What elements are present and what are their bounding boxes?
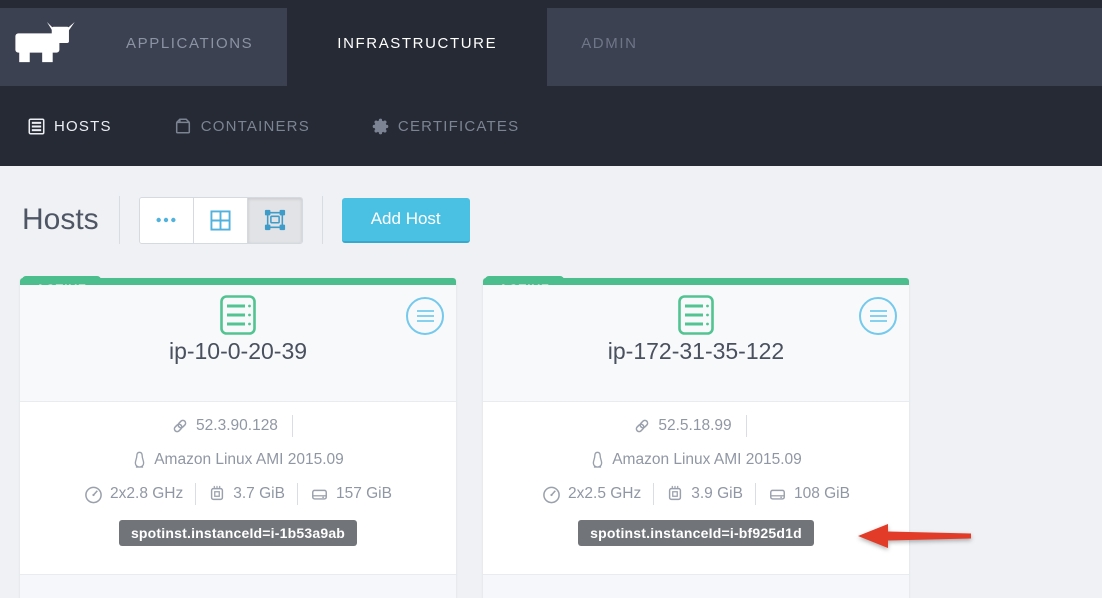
host-card-header: ip-10-0-20-39 <box>20 285 456 401</box>
disk-icon <box>310 485 329 503</box>
tab-applications[interactable]: APPLICATIONS <box>92 0 287 86</box>
host-server-icon <box>678 295 714 335</box>
subnav-item-certificates[interactable]: CERTIFICATES <box>372 118 519 135</box>
divider <box>195 483 196 505</box>
host-label-tag: spotinst.instanceId=i-1b53a9ab <box>119 520 357 546</box>
host-disk: 157 GiB <box>336 485 392 503</box>
subnav-label: CONTAINERS <box>201 118 310 135</box>
host-memory: 3.7 GiB <box>233 485 285 503</box>
infrastructure-subnav: HOSTS CONTAINERS CERTIFICATES <box>0 86 1102 166</box>
divider <box>119 196 120 244</box>
top-navigation-bar: APPLICATIONS INFRASTRUCTURE ADMIN <box>0 0 1102 86</box>
host-name[interactable]: ip-10-0-20-39 <box>20 338 456 365</box>
host-server-icon <box>220 295 256 335</box>
host-label-tag: spotinst.instanceId=i-bf925d1d <box>578 520 814 546</box>
view-list-button[interactable] <box>140 198 194 243</box>
divider <box>322 196 323 244</box>
host-card: ACTIVE ip-172-31-35-122 <box>483 278 909 598</box>
tab-infrastructure[interactable]: INFRASTRUCTURE <box>287 0 547 86</box>
host-card-body: 52.5.18.99 Amazon Linux AMI 2015.09 <box>483 401 909 574</box>
subnav-label: CERTIFICATES <box>398 118 519 135</box>
rancher-cow-icon <box>15 21 77 65</box>
subnav-label: HOSTS <box>54 118 112 135</box>
certificate-seal-icon <box>372 118 389 135</box>
host-menu-button[interactable] <box>406 297 444 335</box>
tab-admin[interactable]: ADMIN <box>547 0 671 86</box>
divider <box>755 483 756 505</box>
host-os: Amazon Linux AMI 2015.09 <box>154 451 344 469</box>
host-os: Amazon Linux AMI 2015.09 <box>612 451 802 469</box>
host-os-row: Amazon Linux AMI 2015.09 <box>20 443 456 477</box>
host-os-row: Amazon Linux AMI 2015.09 <box>483 443 909 477</box>
page-title: Hosts <box>22 203 99 237</box>
red-annotation-arrow <box>856 522 974 550</box>
container-box-icon <box>174 117 192 135</box>
host-cpu: 2x2.8 GHz <box>110 485 183 503</box>
host-card: ACTIVE ip-10-0-20-39 <box>20 278 456 598</box>
subnav-item-hosts[interactable]: HOSTS <box>28 118 112 135</box>
host-card-body: 52.3.90.128 Amazon Linux AMI 2015.09 <box>20 401 456 574</box>
host-disk: 108 GiB <box>794 485 850 503</box>
divider <box>746 415 747 437</box>
host-specs-row: 2x2.8 GHz 3.7 GiB <box>20 477 456 511</box>
hosts-toolbar: Hosts <box>22 195 1102 245</box>
hosts-card-grid: ACTIVE ip-10-0-20-39 <box>20 278 1102 598</box>
memory-chip-icon <box>208 485 226 503</box>
host-ip: 52.3.90.128 <box>196 417 278 435</box>
linux-penguin-icon <box>132 451 147 469</box>
memory-chip-icon <box>666 485 684 503</box>
host-label-row: spotinst.instanceId=i-1b53a9ab <box>20 520 456 546</box>
view-machine-button[interactable] <box>248 198 302 243</box>
server-icon <box>28 118 45 135</box>
divider <box>292 415 293 437</box>
view-mode-switcher <box>139 197 303 244</box>
host-ip: 52.5.18.99 <box>658 417 731 435</box>
host-specs-row: 2x2.5 GHz 3.9 GiB <box>483 477 909 511</box>
host-memory: 3.9 GiB <box>691 485 743 503</box>
host-cpu: 2x2.5 GHz <box>568 485 641 503</box>
host-name[interactable]: ip-172-31-35-122 <box>483 338 909 365</box>
list-dots-icon <box>155 216 177 224</box>
host-menu-button[interactable] <box>859 297 897 335</box>
grid-icon <box>210 210 231 231</box>
disk-icon <box>768 485 787 503</box>
host-label-row: spotinst.instanceId=i-bf925d1d <box>483 520 909 546</box>
add-host-button[interactable]: Add Host <box>342 198 470 243</box>
link-icon <box>633 417 651 435</box>
hamburger-icon <box>870 310 887 312</box>
host-card-header: ip-172-31-35-122 <box>483 285 909 401</box>
host-card-footer <box>483 574 909 598</box>
rancher-logo[interactable] <box>0 0 92 86</box>
subnav-item-containers[interactable]: CONTAINERS <box>174 117 310 135</box>
cpu-gauge-icon <box>542 485 561 504</box>
divider <box>297 483 298 505</box>
cpu-gauge-icon <box>84 485 103 504</box>
divider <box>653 483 654 505</box>
link-icon <box>171 417 189 435</box>
machine-view-icon <box>264 209 286 231</box>
primary-tabs: APPLICATIONS INFRASTRUCTURE ADMIN <box>92 0 672 86</box>
host-ip-row: 52.5.18.99 <box>483 409 909 443</box>
hamburger-icon <box>417 310 434 312</box>
host-ip-row: 52.3.90.128 <box>20 409 456 443</box>
view-grid-button[interactable] <box>194 198 248 243</box>
host-card-footer <box>20 574 456 598</box>
linux-penguin-icon <box>590 451 605 469</box>
